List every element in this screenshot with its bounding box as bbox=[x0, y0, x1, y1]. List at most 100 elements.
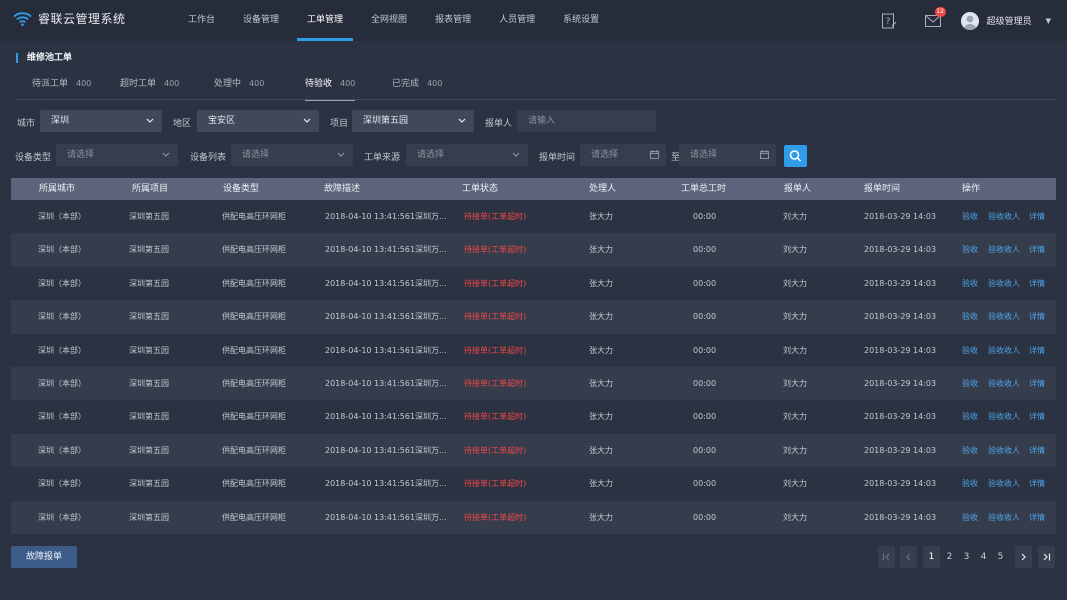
logo[interactable]: 睿联云管理系统 bbox=[13, 10, 126, 27]
cell-project: 深圳第五园 bbox=[129, 212, 169, 221]
details-link[interactable]: 详情 bbox=[1029, 233, 1045, 266]
cell-device-type: 供配电高压环网柜 bbox=[222, 512, 286, 522]
nav-item-workbench[interactable]: 工作台 bbox=[174, 0, 229, 41]
details-link[interactable]: 详情 bbox=[1029, 467, 1045, 500]
cell-handler: 张大力 bbox=[589, 512, 613, 522]
cell-hours: 00:00 bbox=[693, 479, 717, 489]
nav-item-devices[interactable]: 设备管理 bbox=[229, 0, 293, 41]
table-row[interactable]: 深圳（本部） 深圳第五园 供配电高压环网柜 2018-04-10 13:41:5… bbox=[11, 200, 1056, 233]
table-row[interactable]: 深圳（本部） 深圳第五园 供配电高压环网柜 2018-04-10 13:41:5… bbox=[11, 500, 1056, 534]
accept-link[interactable]: 验收 bbox=[962, 434, 978, 467]
accept-receiver-link[interactable]: 验收收人 bbox=[988, 300, 1020, 333]
accept-receiver-link[interactable]: 验收收人 bbox=[988, 400, 1020, 433]
cell-handler: 张大力 bbox=[589, 312, 613, 322]
accept-receiver-link[interactable]: 验收收人 bbox=[988, 233, 1020, 266]
table-row[interactable]: 深圳（本部） 深圳第五园 供配电高压环网柜 2018-04-10 13:41:5… bbox=[11, 400, 1056, 433]
accept-link[interactable]: 验收 bbox=[962, 501, 978, 534]
cell-hours: 00:00 bbox=[693, 278, 717, 288]
details-link[interactable]: 详情 bbox=[1029, 334, 1045, 367]
cell-description: 2018-04-10 13:41:561深圳万... bbox=[325, 512, 447, 522]
chevron-down-icon[interactable]: ▼ bbox=[1046, 17, 1051, 25]
page-button-3[interactable]: 3 bbox=[958, 546, 975, 568]
page-button-5[interactable]: 5 bbox=[992, 546, 1009, 568]
source-select[interactable]: 请选择 bbox=[406, 144, 528, 166]
page-button-2[interactable]: 2 bbox=[941, 546, 958, 568]
accept-link[interactable]: 验收 bbox=[962, 233, 978, 266]
accept-link[interactable]: 验收 bbox=[962, 300, 978, 333]
table-row[interactable]: 深圳（本部） 深圳第五园 供配电高压环网柜 2018-04-10 13:41:5… bbox=[11, 433, 1056, 468]
chevron-down-icon bbox=[458, 118, 466, 123]
chevron-down-icon bbox=[162, 152, 170, 157]
tab-completed[interactable]: 已完成 400 bbox=[392, 72, 442, 100]
nav-item-work-orders[interactable]: 工单管理 bbox=[293, 0, 357, 41]
details-link[interactable]: 详情 bbox=[1029, 434, 1045, 467]
table-row[interactable]: 深圳（本部） 深圳第五园 供配电高压环网柜 2018-04-10 13:41:5… bbox=[11, 267, 1056, 300]
device-list-select[interactable]: 请选择 bbox=[231, 144, 353, 166]
cell-status: 待接单(工单超时) bbox=[464, 212, 527, 221]
accept-receiver-link[interactable]: 验收收人 bbox=[988, 467, 1020, 500]
accept-receiver-link[interactable]: 验收收人 bbox=[988, 200, 1020, 233]
nav-item-network-view[interactable]: 全网视图 bbox=[357, 0, 421, 41]
tab-label: 待派工单 bbox=[32, 79, 69, 89]
fault-report-button[interactable]: 故障报单 bbox=[11, 546, 77, 568]
accept-link[interactable]: 验收 bbox=[962, 334, 978, 367]
nav-item-reports[interactable]: 报表管理 bbox=[421, 0, 485, 41]
time-start-picker[interactable]: 请选择 bbox=[580, 144, 666, 166]
project-select[interactable]: 深圳第五园 bbox=[352, 110, 474, 132]
accept-link[interactable]: 验收 bbox=[962, 367, 978, 400]
tab-pending-dispatch[interactable]: 待派工单 400 bbox=[32, 72, 91, 100]
search-button[interactable] bbox=[784, 145, 807, 167]
details-link[interactable]: 详情 bbox=[1029, 200, 1045, 233]
wifi-logo-icon bbox=[13, 11, 32, 26]
district-select[interactable]: 宝安区 bbox=[197, 110, 319, 132]
accept-receiver-link[interactable]: 验收收人 bbox=[988, 267, 1020, 300]
details-link[interactable]: 详情 bbox=[1029, 300, 1045, 333]
tab-pending-acceptance[interactable]: 待验收 400 bbox=[305, 72, 356, 101]
accept-link[interactable]: 验收 bbox=[962, 400, 978, 433]
accept-receiver-link[interactable]: 验收收人 bbox=[988, 334, 1020, 367]
cell-status: 待接单(工单超时) bbox=[464, 378, 527, 388]
reporter-input[interactable]: 请输入 bbox=[517, 110, 656, 132]
accept-link[interactable]: 验收 bbox=[962, 467, 978, 500]
accept-receiver-link[interactable]: 验收收人 bbox=[988, 434, 1020, 467]
last-page-button[interactable] bbox=[1038, 546, 1055, 568]
time-label: 报单时间 bbox=[539, 153, 576, 163]
calendar-icon bbox=[650, 150, 659, 159]
device-type-select[interactable]: 请选择 bbox=[56, 144, 178, 166]
table-row[interactable]: 深圳（本部） 深圳第五园 供配电高压环网柜 2018-04-10 13:41:5… bbox=[11, 300, 1056, 334]
messages[interactable]: 12 bbox=[924, 6, 946, 27]
table-row[interactable]: 深圳（本部） 深圳第五园 供配电高压环网柜 2018-04-10 13:41:5… bbox=[11, 467, 1056, 500]
cell-project: 深圳第五园 bbox=[129, 312, 169, 322]
nav-item-settings[interactable]: 系统设置 bbox=[549, 0, 613, 41]
details-link[interactable]: 详情 bbox=[1029, 400, 1045, 433]
details-link[interactable]: 详情 bbox=[1029, 267, 1045, 300]
accept-receiver-link[interactable]: 验收收人 bbox=[988, 501, 1020, 534]
tab-processing[interactable]: 处理中 400 bbox=[214, 72, 264, 100]
user-name[interactable]: 超级管理员 bbox=[987, 14, 1032, 27]
table-row[interactable]: 深圳（本部） 深圳第五园 供配电高压环网柜 2018-04-10 13:41:5… bbox=[11, 334, 1056, 367]
table-row[interactable]: 深圳（本部） 深圳第五园 供配电高压环网柜 2018-04-10 13:41:5… bbox=[11, 366, 1056, 401]
tab-overdue[interactable]: 超时工单 400 bbox=[120, 72, 179, 100]
details-link[interactable]: 详情 bbox=[1029, 501, 1045, 534]
page-button-1[interactable]: 1 bbox=[923, 546, 940, 568]
help-document-icon[interactable]: ? bbox=[881, 13, 897, 29]
cell-time: 2018-03-29 14:03 bbox=[864, 212, 937, 221]
first-page-button[interactable] bbox=[878, 546, 895, 568]
page-button-4[interactable]: 4 bbox=[975, 546, 992, 568]
avatar[interactable] bbox=[960, 11, 979, 30]
cell-reporter: 刘大力 bbox=[783, 278, 807, 288]
accept-link[interactable]: 验收 bbox=[962, 200, 978, 233]
cell-device-type: 供配电高压环网柜 bbox=[222, 412, 286, 422]
table-row[interactable]: 深圳（本部） 深圳第五园 供配电高压环网柜 2018-04-10 13:41:5… bbox=[11, 233, 1056, 267]
next-page-button[interactable] bbox=[1015, 546, 1032, 568]
prev-page-button[interactable] bbox=[900, 546, 917, 568]
nav-item-personnel[interactable]: 人员管理 bbox=[485, 0, 549, 41]
cell-reporter: 刘大力 bbox=[783, 245, 807, 255]
tab-count: 400 bbox=[340, 79, 356, 88]
accept-link[interactable]: 验收 bbox=[962, 267, 978, 300]
details-link[interactable]: 详情 bbox=[1029, 367, 1045, 400]
city-select[interactable]: 深圳 bbox=[40, 110, 162, 132]
accept-receiver-link[interactable]: 验收收人 bbox=[988, 367, 1020, 400]
cell-time: 2018-03-29 14:03 bbox=[864, 412, 937, 422]
time-end-picker[interactable]: 请选择 bbox=[679, 144, 776, 166]
